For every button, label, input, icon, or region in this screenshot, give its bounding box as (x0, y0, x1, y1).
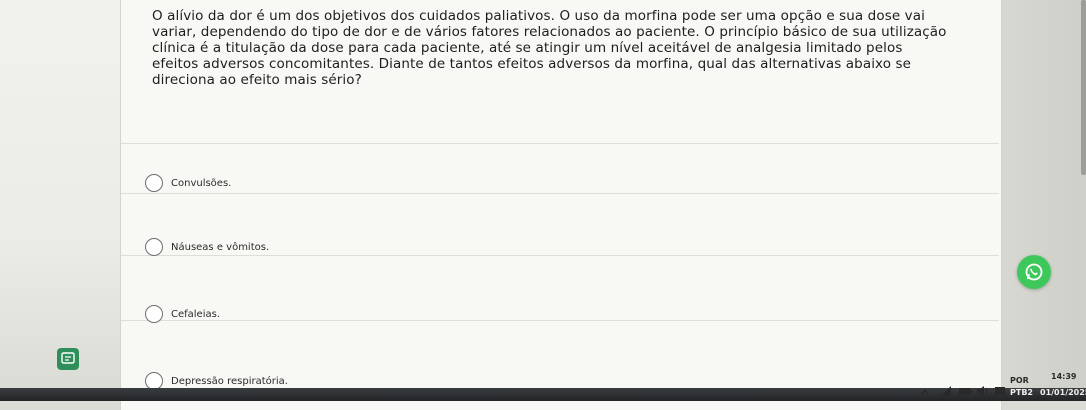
clock-time[interactable]: 14:39 (1051, 372, 1076, 381)
battery-icon[interactable] (958, 375, 972, 401)
option-convulsoes[interactable]: Convulsões. (145, 174, 231, 192)
keyboard-layout[interactable]: PTB2 (1010, 388, 1033, 397)
divider (121, 143, 999, 144)
scrollbar[interactable] (1081, 0, 1086, 175)
divider (121, 193, 999, 194)
whatsapp-button[interactable] (1017, 255, 1051, 289)
radio-button[interactable] (145, 238, 163, 256)
question-text: O alívio da dor é um dos objetivos dos c… (152, 8, 947, 88)
chat-icon (61, 352, 75, 364)
option-nauseas[interactable]: Náuseas e vômitos. (145, 238, 269, 256)
radio-button[interactable] (145, 305, 163, 323)
keyboard-icon[interactable] (994, 375, 1006, 401)
chat-button[interactable] (57, 348, 79, 370)
language-indicator[interactable]: POR (1010, 376, 1029, 385)
volume-icon[interactable] (976, 375, 990, 401)
option-label: Cefaleias. (171, 308, 221, 320)
divider (121, 320, 999, 321)
chevron-up-icon[interactable] (920, 375, 930, 401)
option-label: Depressão respiratória. (171, 375, 288, 387)
network-icon[interactable] (940, 375, 952, 401)
option-cefaleias[interactable]: Cefaleias. (145, 305, 220, 323)
option-label: Convulsões. (171, 177, 232, 189)
clock-date[interactable]: 01/01/2025 (1040, 388, 1086, 397)
right-margin (1000, 0, 1086, 401)
whatsapp-icon (1025, 263, 1043, 281)
radio-button[interactable] (145, 174, 163, 192)
option-label: Náuseas e vômitos. (171, 241, 270, 253)
